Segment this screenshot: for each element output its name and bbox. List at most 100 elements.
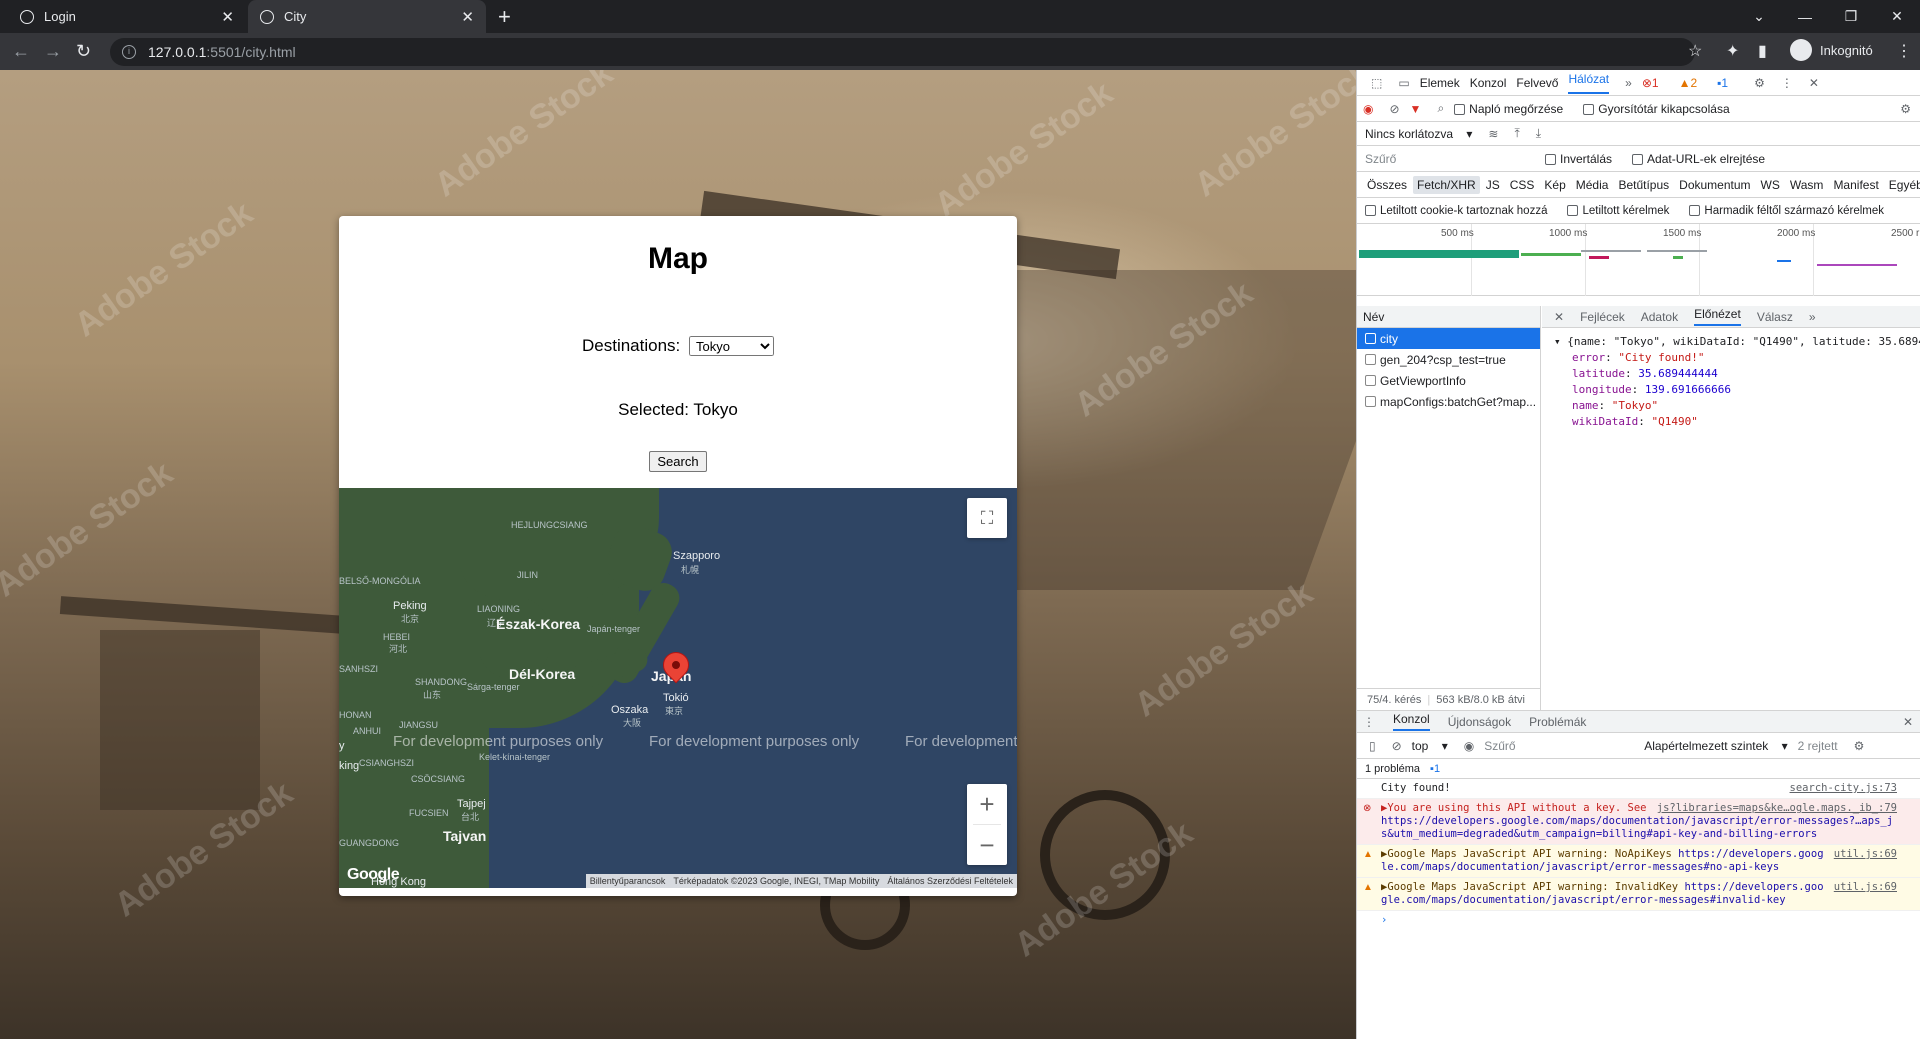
blocked-cookies-checkbox[interactable]: Letiltott cookie-k tartoznak hozzá <box>1365 205 1557 217</box>
preserve-log-checkbox[interactable]: Napló megőrzése <box>1454 102 1573 116</box>
type-filter[interactable]: WS <box>1757 176 1784 194</box>
hide-data-urls-checkbox[interactable]: Adat-URL-ek elrejtése <box>1632 152 1775 166</box>
tab-console-drawer[interactable]: Konzol <box>1393 712 1430 731</box>
inspect-icon[interactable]: ⬚ <box>1371 76 1382 90</box>
search-icon[interactable]: ⌕ <box>1437 101 1444 116</box>
new-tab-icon[interactable]: + <box>498 4 511 30</box>
extensions-icon[interactable]: ✦ <box>1726 41 1739 61</box>
filter-input[interactable]: Szűrő <box>1365 152 1535 166</box>
back-icon[interactable]: ← <box>12 41 30 61</box>
warning-badge[interactable]: ▲2 <box>1679 76 1708 90</box>
fullscreen-icon[interactable]: ⛶ <box>967 498 1007 538</box>
tab-payload[interactable]: Adatok <box>1641 310 1678 324</box>
google-map[interactable]: HEJLUNGCSIANG Szapporo 札幌 BELSŐ-MONGÓLIA… <box>339 488 1017 888</box>
type-filter[interactable]: Fetch/XHR <box>1413 175 1480 194</box>
disable-cache-checkbox[interactable]: Gyorsítótár kikapcsolása <box>1583 102 1739 116</box>
request-row[interactable]: mapConfigs:batchGet?map... <box>1357 391 1540 412</box>
tab-login[interactable]: Login ✕ <box>8 0 246 33</box>
message-source-link[interactable]: util.js:69 <box>1834 848 1897 861</box>
destination-select[interactable]: Tokyo <box>689 336 774 356</box>
message-link[interactable]: https://developers.google.com/maps/docum… <box>1381 815 1893 840</box>
zoom-out-button[interactable]: − <box>967 825 1007 865</box>
request-row[interactable]: city <box>1357 328 1540 349</box>
log-levels-select[interactable]: Alapértelmezett szintek ▾ <box>1644 739 1787 753</box>
type-filter[interactable]: Média <box>1572 176 1613 194</box>
console-message-log[interactable]: search-city.js:73 City found! <box>1357 779 1920 799</box>
close-devtools-icon[interactable]: ✕ <box>1809 76 1819 90</box>
type-filter[interactable]: Kép <box>1540 176 1569 194</box>
type-filter[interactable]: Dokumentum <box>1675 176 1754 194</box>
sidebar-icon[interactable]: ▯ <box>1369 739 1376 753</box>
clear-console-icon[interactable]: ⊘ <box>1392 739 1402 753</box>
blocked-requests-checkbox[interactable]: Letiltott kérelmek <box>1567 205 1679 217</box>
device-toolbar-icon[interactable]: ▭ <box>1398 76 1409 90</box>
import-icon[interactable]: ⤒ <box>1514 126 1519 141</box>
side-panel-icon[interactable]: ▮ <box>1758 41 1767 61</box>
message-source-link[interactable]: util.js:69 <box>1834 881 1897 894</box>
settings-icon[interactable]: ⚙ <box>1900 102 1911 116</box>
json-summary[interactable]: ▾ {name: "Tokyo", wikiDataId: "Q1490", l… <box>1554 334 1920 350</box>
kebab-icon[interactable]: ⋮ <box>1781 76 1793 90</box>
tab-headers[interactable]: Fejlécek <box>1580 310 1625 324</box>
third-party-checkbox[interactable]: Harmadik féltől származó kérelmek <box>1689 205 1894 217</box>
network-timeline[interactable]: 500 ms 1000 ms 1500 ms 2000 ms 2500 r <box>1357 224 1920 296</box>
tab-preview[interactable]: Előnézet <box>1694 307 1741 326</box>
console-message-error[interactable]: ⊗ js?libraries=maps&ke…ogle.maps._ib_:79… <box>1357 799 1920 845</box>
record-icon[interactable]: ◉ <box>1363 102 1373 116</box>
close-window-icon[interactable]: ✕ <box>1874 0 1920 33</box>
type-filter[interactable]: CSS <box>1506 176 1539 194</box>
close-tab-icon[interactable]: ✕ <box>461 8 474 26</box>
drawer-menu-icon[interactable]: ⋮ <box>1363 715 1375 729</box>
wifi-icon[interactable]: ≋ <box>1488 127 1498 141</box>
request-row[interactable]: GetViewportInfo <box>1357 370 1540 391</box>
more-tabs-icon[interactable]: » <box>1809 310 1816 324</box>
type-filter[interactable]: Manifest <box>1829 176 1882 194</box>
incognito-profile[interactable]: Inkognitó <box>1790 39 1873 61</box>
tab-issues[interactable]: Problémák <box>1529 715 1586 729</box>
message-source-link[interactable]: search-city.js:73 <box>1790 782 1897 795</box>
forward-icon[interactable]: → <box>44 41 62 61</box>
terms-link[interactable]: Általános Szerződési Feltételek <box>887 876 1013 886</box>
reload-icon[interactable]: ↻ <box>76 41 91 61</box>
console-filter-input[interactable]: Szűrő <box>1484 739 1634 753</box>
info-icon[interactable]: i <box>122 45 136 59</box>
menu-kebab-icon[interactable]: ⋮ <box>1896 41 1912 61</box>
type-filter[interactable]: JS <box>1482 176 1504 194</box>
invert-checkbox[interactable]: Invertálás <box>1545 152 1622 166</box>
zoom-in-button[interactable]: + <box>967 784 1007 824</box>
message-source-link[interactable]: js?libraries=maps&ke…ogle.maps._ib_:79 <box>1657 802 1897 815</box>
clear-icon[interactable]: ⊘ <box>1389 102 1399 116</box>
close-tab-icon[interactable]: ✕ <box>221 8 234 26</box>
address-bar[interactable]: i 127.0.0.1:5501/city.html <box>110 38 1695 66</box>
throttle-select[interactable]: Nincs korlátozva ▾ <box>1365 127 1472 141</box>
tab-response[interactable]: Válasz <box>1757 310 1793 324</box>
bookmark-star-icon[interactable]: ☆ <box>1688 41 1702 61</box>
console-settings-icon[interactable]: ⚙ <box>1854 739 1865 753</box>
console-message-warning[interactable]: ▲ util.js:69 ▶Google Maps JavaScript API… <box>1357 878 1920 911</box>
type-filter[interactable]: Wasm <box>1786 176 1828 194</box>
export-icon[interactable]: ⤓ <box>1536 126 1541 141</box>
json-preview[interactable]: ▾ {name: "Tokyo", wikiDataId: "Q1490", l… <box>1542 328 1920 436</box>
request-row[interactable]: gen_204?csp_test=true <box>1357 349 1540 370</box>
tab-search-icon[interactable]: ⌄ <box>1736 0 1782 33</box>
tab-console[interactable]: Konzol <box>1470 76 1507 90</box>
settings-icon[interactable]: ⚙ <box>1754 76 1765 90</box>
tab-city[interactable]: City ✕ <box>248 0 486 33</box>
filter-icon[interactable]: ▼ <box>1410 102 1422 116</box>
more-tabs-icon[interactable]: » <box>1625 76 1632 90</box>
tab-elements[interactable]: Elemek <box>1420 76 1460 90</box>
context-select[interactable]: top ▾ <box>1412 739 1448 753</box>
keyboard-shortcuts-link[interactable]: Billentyűparancsok <box>590 876 666 886</box>
console-message-warning[interactable]: ▲ util.js:69 ▶Google Maps JavaScript API… <box>1357 845 1920 878</box>
type-filter[interactable]: Összes <box>1363 176 1411 194</box>
name-column-header[interactable]: Név <box>1357 306 1540 328</box>
console-prompt[interactable]: › <box>1357 911 1920 930</box>
tab-recorder[interactable]: Felvevő <box>1516 76 1558 90</box>
tab-network[interactable]: Hálózat <box>1568 72 1610 94</box>
type-filter[interactable]: Egyéb <box>1885 176 1920 194</box>
type-filter[interactable]: Betűtípus <box>1614 176 1673 194</box>
info-badge[interactable]: ▪1 <box>1717 76 1738 90</box>
search-button[interactable]: Search <box>649 451 707 472</box>
close-details-icon[interactable]: ✕ <box>1554 310 1564 324</box>
tab-whats-new[interactable]: Újdonságok <box>1448 715 1511 729</box>
